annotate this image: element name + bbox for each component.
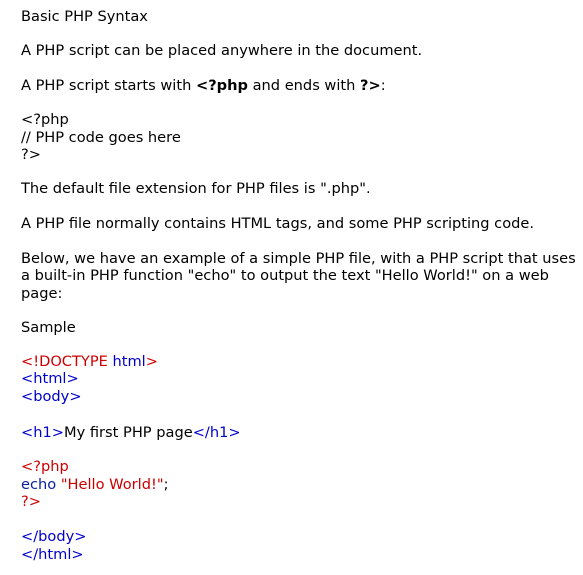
open-tag-bold: <?php <box>195 77 248 94</box>
syntax-code-line-2: // PHP code goes here <box>21 129 181 146</box>
code-html-close: </html> <box>21 546 84 563</box>
code-php-close: ?> <box>21 493 41 510</box>
code-token: > <box>145 353 158 370</box>
syntax-code-line-1: <?php <box>21 111 69 128</box>
paragraph-example-line-1: Below, we have an example of a simple PH… <box>21 250 576 267</box>
code-token: <!DOCTYPE <box>21 353 113 370</box>
text-segment: A PHP script starts with <box>21 77 196 94</box>
text-segment: : <box>380 77 386 94</box>
code-php-open: <?php <box>21 458 69 475</box>
code-token: echo <box>21 476 61 493</box>
close-tag-bold: ?> <box>360 77 381 94</box>
paragraph-example-line-2: a built-in PHP function "echo" to output… <box>21 267 549 284</box>
code-doctype: <!DOCTYPE html> <box>21 353 158 371</box>
code-h1: <h1>My first PHP page</h1> <box>21 424 241 442</box>
paragraph-example-line-3: page: <box>21 285 63 302</box>
code-token: ; <box>163 476 169 493</box>
code-body-close: </body> <box>21 528 87 545</box>
code-token: </h1> <box>192 424 241 441</box>
code-html-open: <html> <box>21 370 79 387</box>
code-body-open: <body> <box>21 388 82 405</box>
code-token: "Hello World!" <box>60 476 164 493</box>
paragraph-placement: A PHP script can be placed anywhere in t… <box>21 42 423 59</box>
paragraph-extension: The default file extension for PHP files… <box>21 180 371 197</box>
syntax-code-line-3: ?> <box>21 146 41 163</box>
sample-label: Sample <box>21 319 76 336</box>
document-title: Basic PHP Syntax <box>21 8 148 25</box>
code-echo: echo "Hello World!"; <box>21 476 168 494</box>
code-token: <h1> <box>21 424 64 441</box>
paragraph-start-end: A PHP script starts with <?php and ends … <box>21 77 386 95</box>
paragraph-contents: A PHP file normally contains HTML tags, … <box>21 215 535 232</box>
code-token: My first PHP page <box>64 424 193 441</box>
text-segment: and ends with <box>247 77 361 94</box>
code-token: html <box>112 353 146 370</box>
